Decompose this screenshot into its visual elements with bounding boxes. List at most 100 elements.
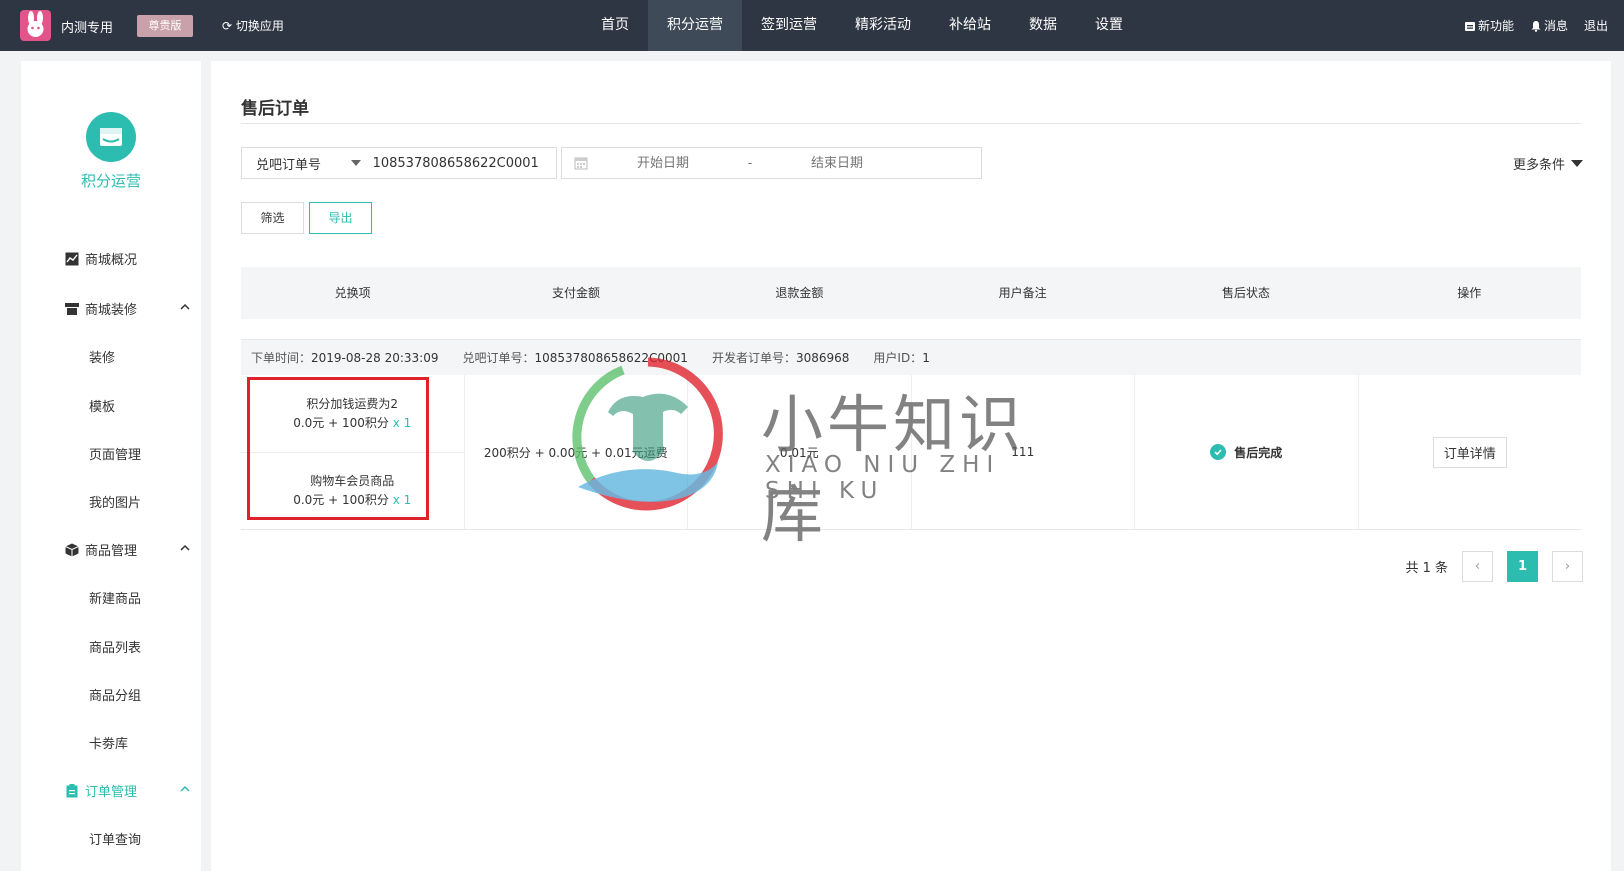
total-count: 共 1 条 — [1405, 561, 1448, 576]
table-header: 兑换项 支付金额 退款金额 用户备注 售后状态 操作 — [241, 267, 1581, 319]
chevron-up-icon[interactable] — [179, 783, 191, 795]
sidebar-item-goods-list[interactable]: 商品列表 — [89, 637, 141, 656]
sidebar: 积分运营 商城概况 商城装修 装修 模板 页面管理 我的图片 商品管理 新建商品… — [21, 61, 201, 871]
sidebar-app-name: 积分运营 — [80, 172, 141, 190]
messages-label: 消息 — [1543, 19, 1568, 33]
order-meta-row: 下单时间：2019-08-28 20:33:09 兑吧订单号：108537808… — [241, 339, 1581, 375]
column-header: 支付金额 — [551, 286, 600, 300]
nav-checkin-ops[interactable]: 签到运营 — [742, 0, 836, 51]
table-row: 积分加钱运费为2 0.0元 + 100积分 x 1 购物车会员商品 0.0元 +… — [241, 375, 1581, 530]
new-feature-icon — [1464, 21, 1475, 31]
item-name: 积分加钱运费为2 — [306, 396, 399, 411]
nav-points-ops[interactable]: 积分运营 — [648, 0, 742, 51]
more-conditions-label: 更多条件 — [1512, 158, 1565, 173]
edition-badge: 尊贵版 — [137, 15, 193, 37]
start-date-input[interactable] — [588, 155, 738, 171]
brand-name: 内测专用 — [61, 21, 114, 36]
developer-order-number: 开发者订单号：3086968 — [711, 351, 850, 365]
next-page-button[interactable]: › — [1552, 551, 1583, 582]
box-icon — [65, 543, 79, 556]
sidebar-item-mall-overview[interactable]: 商城概况 — [65, 249, 137, 268]
sidebar-item-order-manage[interactable]: 订单管理 — [65, 781, 137, 800]
item-price: 0.0元 + 100积分 x 1 — [293, 415, 412, 430]
nav-home[interactable]: 首页 — [582, 0, 648, 51]
nav-supply-station[interactable]: 补给站 — [930, 0, 1010, 51]
shop-icon — [86, 112, 136, 162]
sidebar-item-label: 商城概况 — [85, 253, 138, 268]
divider — [241, 123, 1581, 124]
store-icon — [65, 302, 79, 315]
duiba-order-number: 兑吧订单号：108537808658622C0001 — [462, 351, 688, 365]
top-navigation-bar: 内测专用 尊贵版 ⟳ 切换应用 首页 积分运营 签到运营 精彩活动 补给站 数据… — [0, 0, 1624, 51]
action-cell: 订单详情 — [1357, 375, 1582, 529]
sidebar-item-mall-decor[interactable]: 商城装修 — [65, 299, 137, 318]
order-time: 下单时间：2019-08-28 20:33:09 — [251, 351, 439, 365]
more-conditions-toggle[interactable]: 更多条件 — [1513, 154, 1583, 173]
chart-icon — [65, 252, 79, 265]
messages-link[interactable]: 消息 — [1530, 17, 1568, 34]
pay-amount-cell: 200积分 + 0.00元 + 0.01元运费 — [463, 375, 688, 529]
refund-amount-cell: 0.01元 — [687, 375, 911, 529]
sidebar-item-template[interactable]: 模板 — [89, 396, 115, 415]
date-separator: - — [747, 156, 753, 170]
sidebar-item-goods-group[interactable]: 商品分组 — [89, 685, 141, 704]
item-price: 0.0元 + 100积分 x 1 — [293, 493, 412, 507]
status-cell: 售后完成 — [1134, 375, 1358, 529]
column-header: 用户备注 — [998, 286, 1047, 300]
date-range-picker[interactable]: - — [561, 147, 982, 179]
new-feature-link[interactable]: 新功能 — [1464, 17, 1514, 34]
filter-type-select[interactable]: 兑吧订单号 — [242, 154, 351, 173]
chevron-up-icon[interactable] — [179, 542, 191, 554]
order-number-input[interactable] — [372, 155, 556, 171]
sidebar-item-my-images[interactable]: 我的图片 — [89, 492, 141, 511]
order-detail-button[interactable]: 订单详情 — [1432, 436, 1507, 468]
app-logo-icon[interactable] — [20, 10, 51, 41]
sidebar-item-page-manage[interactable]: 页面管理 — [89, 444, 141, 463]
sidebar-item-label: 商城装修 — [85, 303, 138, 318]
column-header: 操作 — [1457, 286, 1482, 300]
logout-link[interactable]: 退出 — [1584, 17, 1608, 34]
bell-icon — [1531, 20, 1541, 32]
new-feature-label: 新功能 — [1477, 19, 1514, 33]
filter-button[interactable]: 筛选 — [241, 202, 304, 234]
order-number-filter[interactable]: 兑吧订单号 — [241, 147, 557, 179]
prev-page-button[interactable]: ‹ — [1462, 551, 1493, 582]
nav-data[interactable]: 数据 — [1010, 0, 1076, 51]
switch-app-link[interactable]: ⟳ 切换应用 — [222, 17, 284, 34]
main-content: 售后订单 兑吧订单号 - 更多条件 筛选 导出 兑换项 支付金额 退款金额 用户… — [211, 61, 1611, 871]
sidebar-item-order-query[interactable]: 订单查询 — [89, 829, 141, 848]
sidebar-item-coupon-lib[interactable]: 卡劵库 — [89, 733, 128, 752]
pagination: 共 1 条 ‹ 1 › — [1405, 551, 1583, 582]
sidebar-item-label: 商品管理 — [85, 544, 138, 559]
calendar-icon — [574, 157, 588, 170]
column-header: 退款金额 — [775, 286, 824, 300]
sidebar-item-label: 订单管理 — [85, 785, 138, 800]
list-item: 积分加钱运费为2 0.0元 + 100积分 x 1 — [241, 375, 464, 452]
sidebar-item-decor[interactable]: 装修 — [89, 347, 115, 366]
chevron-up-icon[interactable] — [179, 301, 191, 313]
clipboard-icon — [66, 783, 78, 797]
top-right-actions: 新功能 消息 退出 — [1464, 17, 1608, 34]
status-badge: 售后完成 — [1210, 444, 1282, 461]
user-id: 用户ID：1 — [873, 351, 930, 365]
nav-settings[interactable]: 设置 — [1076, 0, 1142, 51]
page-number-button[interactable]: 1 — [1507, 551, 1538, 582]
list-item: 购物车会员商品 0.0元 + 100积分 x 1 — [241, 452, 464, 529]
export-button[interactable]: 导出 — [309, 202, 372, 234]
sidebar-item-new-goods[interactable]: 新建商品 — [89, 588, 141, 607]
status-label: 售后完成 — [1234, 445, 1283, 460]
exchange-items-cell: 积分加钱运费为2 0.0元 + 100积分 x 1 购物车会员商品 0.0元 +… — [241, 375, 464, 529]
column-header: 售后状态 — [1221, 286, 1270, 300]
page-title: 售后订单 — [241, 99, 309, 119]
switch-app-label: 切换应用 — [235, 19, 284, 33]
check-circle-icon — [1210, 444, 1227, 460]
nav-activities[interactable]: 精彩活动 — [836, 0, 930, 51]
user-note-cell: 111 — [910, 375, 1135, 529]
end-date-input[interactable] — [762, 155, 912, 171]
caret-down-icon[interactable] — [350, 160, 361, 166]
caret-down-icon — [1571, 160, 1583, 167]
sidebar-item-goods-manage[interactable]: 商品管理 — [65, 540, 137, 559]
refresh-icon: ⟳ — [222, 19, 233, 33]
column-header: 兑换项 — [334, 286, 371, 300]
main-nav: 首页 积分运营 签到运营 精彩活动 补给站 数据 设置 — [582, 0, 1142, 51]
